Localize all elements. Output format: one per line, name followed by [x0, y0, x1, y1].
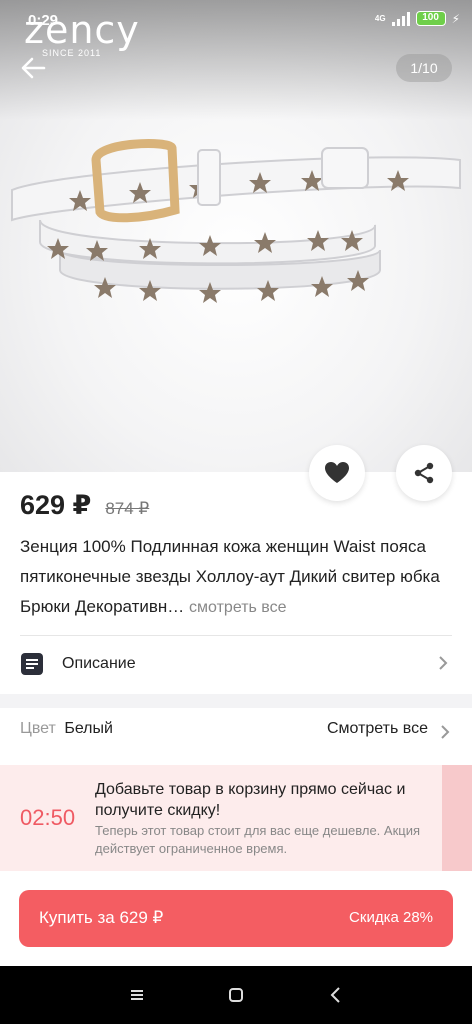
product-belt-image: [11, 139, 461, 303]
color-value: Белый: [64, 720, 113, 737]
color-see-all[interactable]: Смотреть все: [327, 720, 428, 738]
battery-icon: 100: [415, 11, 446, 26]
product-title[interactable]: Зенция 100% Подлинная кожа женщин Waist …: [20, 532, 456, 623]
system-navigation-bar: [0, 966, 472, 1024]
buy-button-label: Купить за 629 ₽: [39, 908, 164, 927]
favorite-button[interactable]: [309, 445, 365, 501]
back-arrow-icon: [21, 57, 46, 79]
status-right-group: 4G 100 ⚡: [375, 11, 460, 26]
system-back-button[interactable]: [325, 984, 347, 1006]
home-button[interactable]: [225, 984, 247, 1006]
promo-title: Добавьте товар в корзину прямо сейчас и …: [95, 781, 406, 819]
buy-discount-label: Скидка 28%: [349, 909, 433, 926]
chevron-right-icon: [441, 725, 450, 739]
home-square-icon: [229, 988, 243, 1002]
price-row: 629 ₽ 874 ₽: [20, 490, 149, 521]
back-button[interactable]: [20, 56, 48, 80]
recents-button[interactable]: [126, 984, 148, 1006]
buy-button[interactable]: Купить за 629 ₽ Скидка 28%: [19, 890, 453, 947]
back-triangle-icon: [330, 987, 340, 1003]
promo-timer: 02:50: [20, 805, 76, 830]
description-row[interactable]: Описание: [20, 640, 452, 688]
divider: [20, 635, 452, 636]
promo-subtitle: Теперь этот товар стоит для вас еще деше…: [95, 823, 420, 856]
signal-icon: [391, 11, 410, 26]
description-label: Описание: [62, 655, 136, 672]
section-separator: [0, 694, 472, 708]
image-counter: 1/10: [396, 54, 452, 82]
share-button[interactable]: [396, 445, 452, 501]
brand-logo: zency SINCE 2011: [24, 10, 140, 58]
color-row[interactable]: Цвет Белый Смотреть все: [20, 720, 452, 746]
color-key-label: Цвет: [20, 720, 56, 737]
menu-icon: [131, 990, 143, 1000]
current-price: 629 ₽: [20, 490, 92, 520]
share-icon: [414, 462, 434, 484]
brand-name: zency: [24, 8, 140, 52]
chevron-right-icon: [439, 656, 448, 670]
see-all-title-link[interactable]: смотреть все: [189, 599, 286, 616]
promo-side-strip: [442, 765, 472, 871]
promo-banner[interactable]: 02:50 Добавьте товар в корзину прямо сей…: [0, 765, 472, 871]
network-label: 4G: [374, 14, 386, 23]
heart-icon: [325, 462, 349, 483]
document-icon: [21, 653, 43, 675]
old-price: 874 ₽: [105, 499, 150, 518]
charging-icon: ⚡: [451, 11, 460, 26]
